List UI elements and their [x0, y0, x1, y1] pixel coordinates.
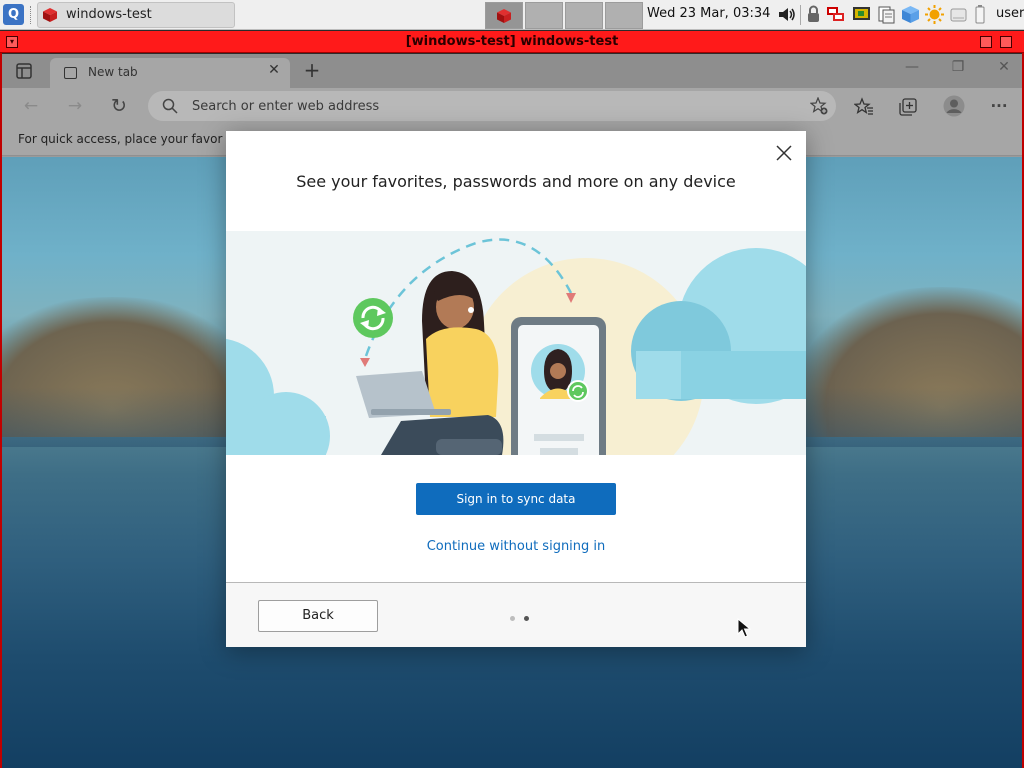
desktop-1[interactable]: [485, 2, 523, 29]
storage-icon[interactable]: [949, 5, 968, 24]
desktop-3[interactable]: [565, 2, 603, 29]
tab-actions-icon[interactable]: [14, 62, 34, 80]
pager-dot-2: [524, 616, 529, 621]
start-menu-button[interactable]: Q: [3, 4, 24, 25]
minimize-icon[interactable]: —: [900, 59, 924, 75]
window-title: [windows-test] windows-test: [405, 34, 619, 49]
forward-arrow-icon[interactable]: →: [64, 96, 86, 116]
collections-icon[interactable]: [898, 97, 918, 117]
tray-separator: [800, 5, 801, 25]
dialog-title: See your favorites, passwords and more o…: [296, 172, 736, 191]
network-icon[interactable]: [826, 5, 845, 24]
window-maximize-button[interactable]: [980, 36, 992, 48]
dialog-footer: Back: [226, 582, 806, 647]
new-tab-page-icon: [64, 67, 77, 79]
window-title-bar[interactable]: ▾ [windows-test] windows-test: [0, 31, 1024, 53]
close-icon[interactable]: ✕: [992, 59, 1016, 75]
address-bar[interactable]: [148, 91, 836, 121]
new-tab-button[interactable]: +: [300, 58, 324, 82]
tab-strip: New tab ✕ + — ❐ ✕: [2, 54, 1022, 88]
clipboard-icon[interactable]: [877, 5, 896, 24]
desktop-4[interactable]: [605, 2, 643, 29]
system-taskbar: Q windows-test Wed 23 Mar, 03:34 user: [0, 0, 1024, 30]
taskbar-task-label: windows-test: [66, 7, 152, 22]
app-cube-icon: [497, 9, 511, 23]
taskbar-task-windows-test[interactable]: windows-test: [37, 2, 235, 28]
tab-new-tab[interactable]: New tab ✕: [50, 58, 290, 88]
display-icon[interactable]: [852, 5, 871, 24]
desktop-2[interactable]: [525, 2, 563, 29]
app-cube-icon: [43, 8, 57, 22]
updates-sun-icon[interactable]: [925, 5, 944, 24]
search-icon: [162, 98, 178, 114]
favorites-bar-hint: For quick access, place your favorites h…: [18, 132, 223, 146]
volume-icon[interactable]: [777, 5, 796, 24]
continue-without-signin-link: Continue without signing in: [226, 539, 806, 554]
window-close-button[interactable]: [1000, 36, 1012, 48]
profile-avatar-icon[interactable]: [943, 95, 965, 117]
address-input[interactable]: [192, 97, 752, 115]
navigation-toolbar: ← → ↻ Search or enter web address ···: [2, 88, 1022, 124]
taskbar-clock[interactable]: Wed 23 Mar, 03:34: [647, 6, 770, 21]
pager-dot-1: [510, 616, 515, 621]
taskbar-user[interactable]: user: [996, 6, 1024, 21]
favorites-icon[interactable]: [854, 97, 874, 117]
battery-icon[interactable]: [973, 5, 987, 24]
sync-signin-dialog: See your favorites, passwords and more o…: [226, 131, 806, 647]
taskbar-separator: [30, 6, 32, 24]
refresh-icon[interactable]: ↻: [108, 96, 130, 116]
add-favorite-star-icon[interactable]: [810, 97, 828, 115]
sign-in-sync-button[interactable]: Sign in to sync data: [416, 483, 616, 515]
settings-more-icon[interactable]: ···: [988, 96, 1010, 116]
lock-icon[interactable]: [804, 5, 823, 24]
continue-without-signin-label[interactable]: Continue without signing in: [427, 539, 606, 554]
restore-icon[interactable]: ❐: [946, 59, 970, 75]
tab-close-icon[interactable]: ✕: [266, 62, 282, 82]
package-icon[interactable]: [901, 5, 920, 24]
virtual-desktop-pager: [485, 2, 645, 29]
back-arrow-icon[interactable]: ←: [20, 96, 42, 116]
tab-label: New tab: [88, 65, 138, 79]
dialog-close-icon[interactable]: [774, 143, 794, 163]
mouse-cursor-icon: [737, 618, 751, 638]
back-button[interactable]: Back: [258, 600, 378, 632]
sync-devices-illustration: [226, 231, 806, 455]
